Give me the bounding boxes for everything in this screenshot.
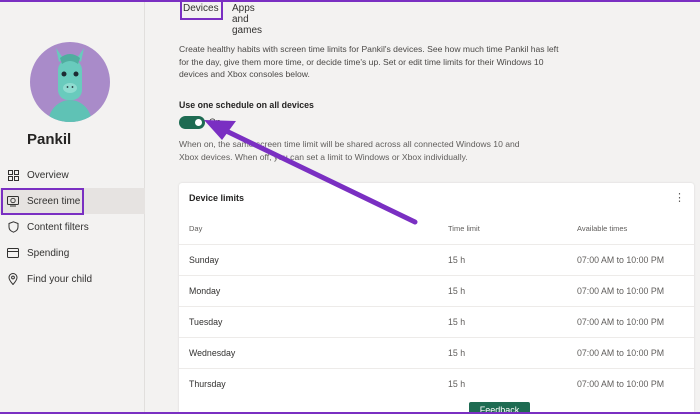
row-available-times: 07:00 AM to 10:00 PM (577, 286, 665, 296)
table-row[interactable]: Monday 15 h 07:00 AM to 10:00 PM (179, 275, 694, 306)
highlight-box-devices-tab (180, 0, 223, 20)
table-row[interactable]: Thursday 15 h 07:00 AM to 10:00 PM (179, 368, 694, 399)
row-available-times: 07:00 AM to 10:00 PM (577, 348, 665, 358)
table-row[interactable]: Sunday 15 h 07:00 AM to 10:00 PM (179, 244, 694, 275)
column-header-time-limit: Time limit (448, 224, 480, 233)
row-day: Tuesday (189, 317, 223, 327)
row-available-times: 07:00 AM to 10:00 PM (577, 379, 665, 389)
screen-time-description: Create healthy habits with screen time l… (179, 44, 559, 79)
family-safety-window: Pankil Overview Screen time Content filt… (0, 0, 700, 414)
row-time-limit: 15 h (448, 379, 466, 389)
sidebar-item-overview[interactable]: Overview (0, 162, 145, 188)
sidebar-item-label: Overview (27, 169, 69, 181)
row-day: Wednesday (189, 348, 236, 358)
row-time-limit: 15 h (448, 348, 466, 358)
row-available-times: 07:00 AM to 10:00 PM (577, 255, 665, 265)
main-content: Devices Apps and games Create healthy ha… (146, 0, 700, 414)
column-header-day: Day (189, 224, 203, 233)
shield-icon (7, 221, 19, 233)
profile-name: Pankil (27, 131, 72, 148)
device-limits-table: Sunday 15 h 07:00 AM to 10:00 PM Monday … (179, 244, 694, 399)
more-options-icon[interactable]: ⋮ (674, 191, 685, 204)
sidebar-item-label: Spending (27, 247, 70, 259)
highlight-box-screen-time (1, 188, 84, 215)
device-limits-card: Device limits ⋮ Day Time limit Available… (179, 183, 694, 414)
sidebar-item-spending[interactable]: Spending (0, 240, 145, 266)
row-day: Monday (189, 286, 221, 296)
card-icon (7, 247, 19, 259)
card-title: Device limits (189, 193, 245, 203)
sidebar-item-find-your-child[interactable]: Find your child (0, 266, 145, 292)
sidebar: Pankil Overview Screen time Content filt… (0, 0, 145, 414)
feedback-button[interactable]: Feedback (469, 402, 530, 414)
avatar (30, 42, 110, 122)
column-header-available-times: Available times (577, 224, 628, 233)
schedule-setting-label: Use one schedule on all devices (179, 100, 314, 110)
grid-icon (7, 169, 19, 181)
table-row[interactable]: Tuesday 15 h 07:00 AM to 10:00 PM (179, 306, 694, 337)
row-day: Sunday (189, 255, 219, 265)
row-time-limit: 15 h (448, 255, 466, 265)
tab-apps-and-games[interactable]: Apps and games (232, 3, 262, 36)
row-day: Thursday (189, 379, 226, 389)
toggle-knob (195, 119, 202, 126)
location-pin-icon (7, 273, 19, 285)
schedule-note: When on, the same screen time limit will… (179, 139, 520, 162)
table-row[interactable]: Wednesday 15 h 07:00 AM to 10:00 PM (179, 337, 694, 368)
sidebar-item-label: Find your child (27, 273, 93, 285)
row-time-limit: 15 h (448, 286, 466, 296)
sidebar-item-label: Content filters (27, 221, 89, 233)
sidebar-item-content-filters[interactable]: Content filters (0, 214, 145, 240)
toggle-state-label: On (209, 117, 221, 127)
one-schedule-toggle[interactable] (179, 116, 205, 129)
row-time-limit: 15 h (448, 317, 466, 327)
row-available-times: 07:00 AM to 10:00 PM (577, 317, 665, 327)
